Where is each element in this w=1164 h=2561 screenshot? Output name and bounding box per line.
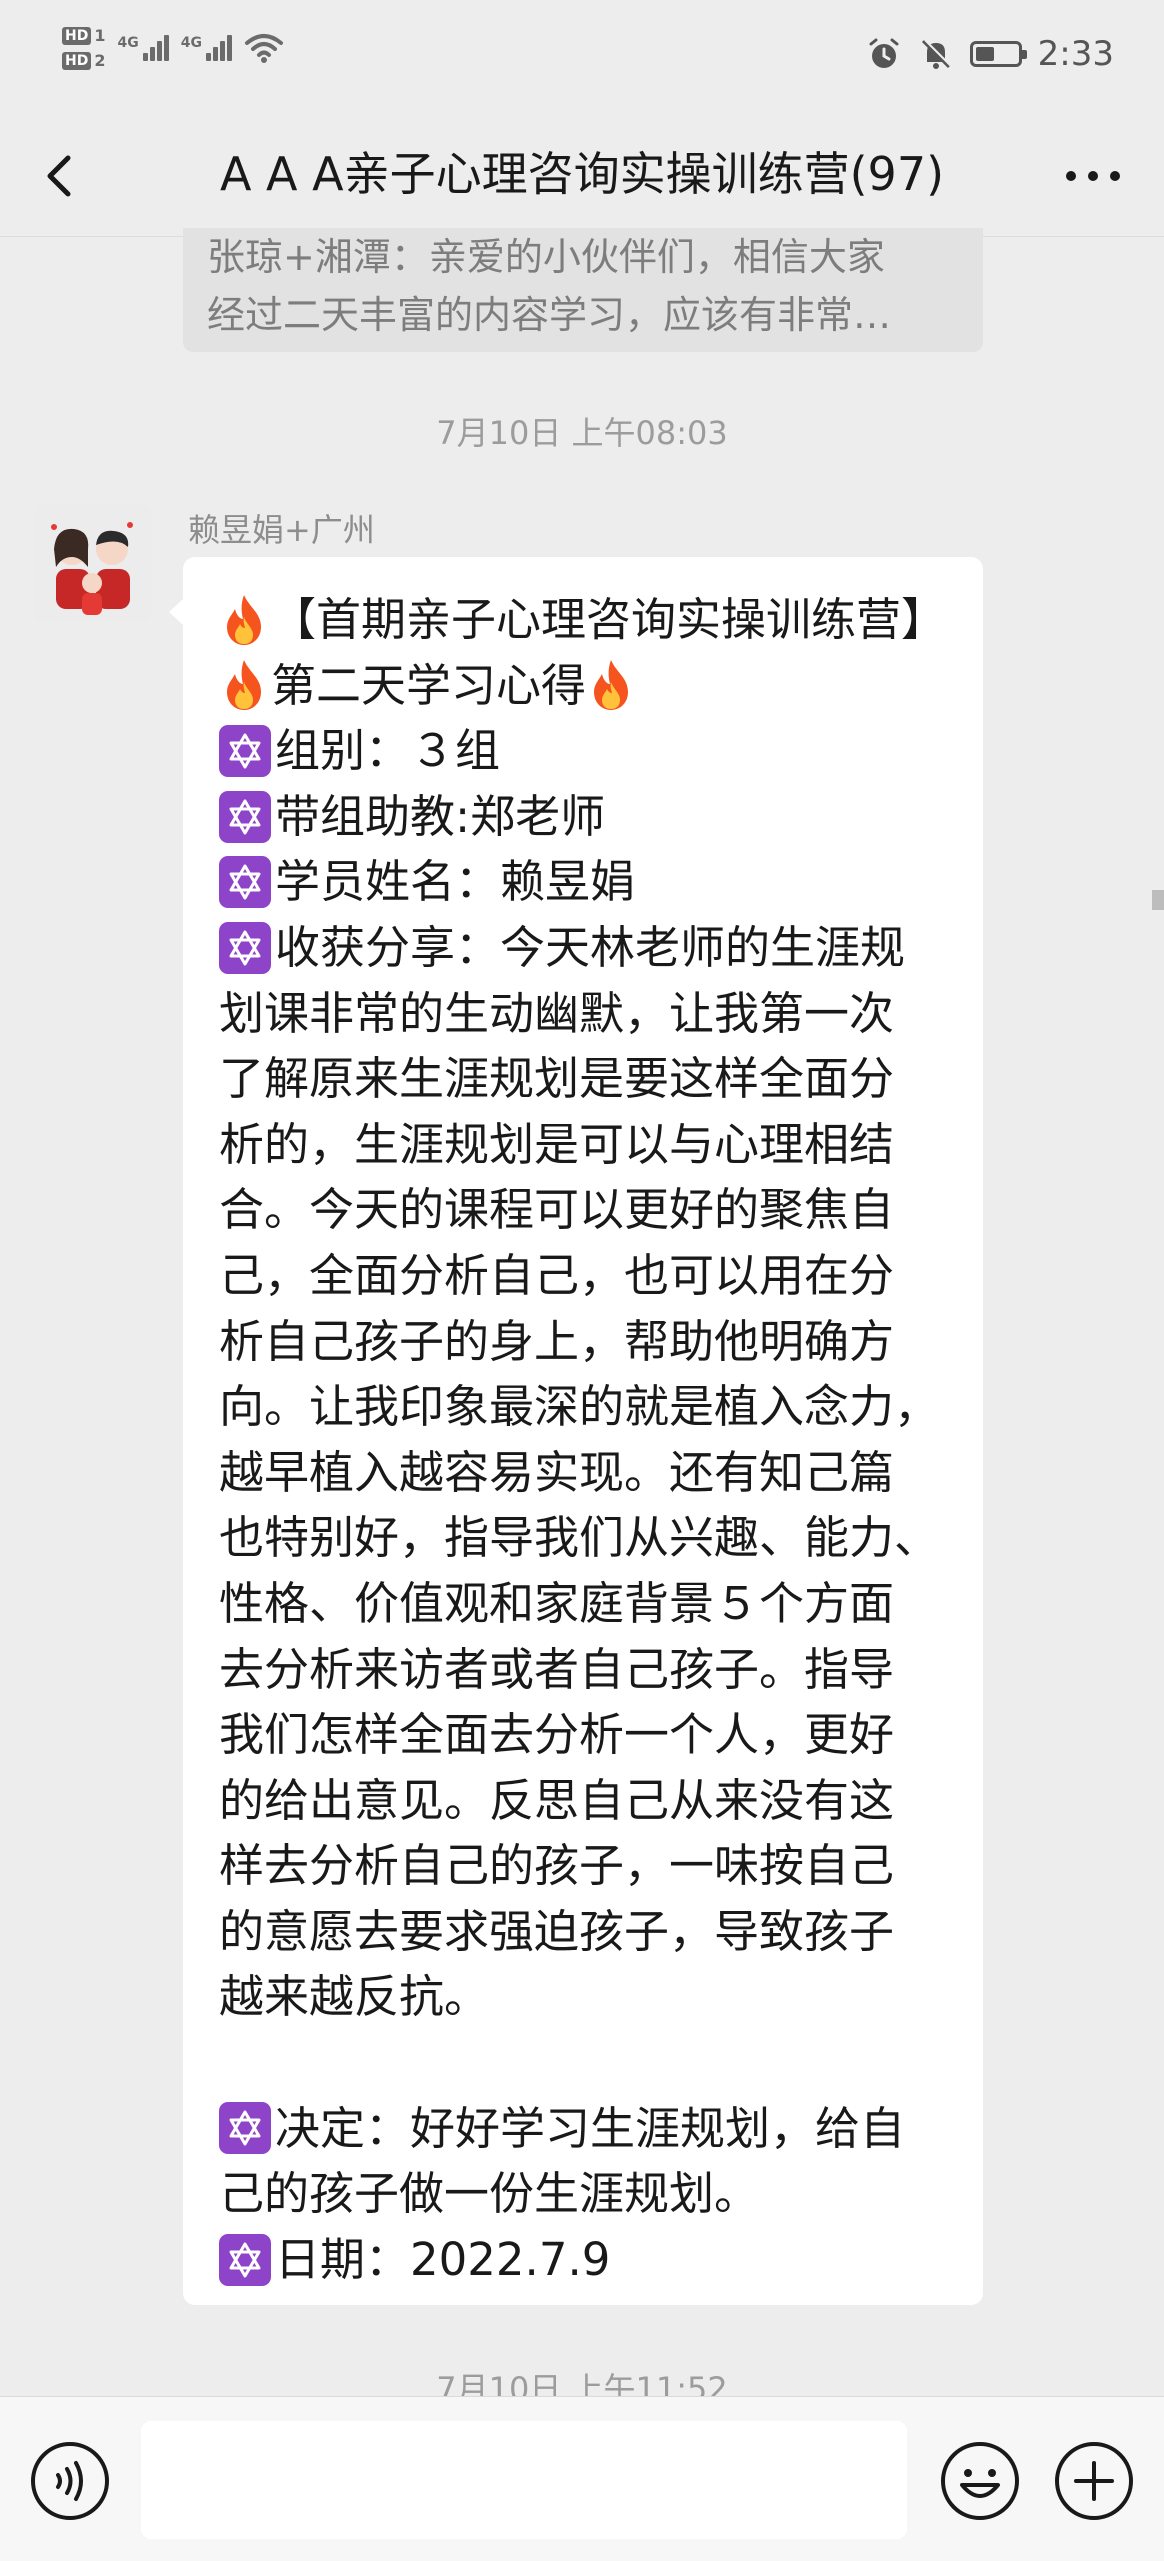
mute-bell-icon — [921, 39, 952, 69]
wifi-icon — [244, 34, 283, 63]
message-line: 收获分享：今天林老师的生涯规 — [219, 915, 949, 981]
battery-level — [975, 47, 994, 61]
message-line: 划课非常的生动幽默，让我第一次 — [219, 981, 949, 1047]
message-line-text: 我们怎样全面去分析一个人，更好 — [219, 1708, 895, 1762]
message-line-text: 决定：好好学习生涯规划，给自 — [275, 2101, 906, 2155]
signal-1-icon: 4G — [117, 35, 169, 61]
message-line: 了解原来生涯规划是要这样全面分 — [219, 1046, 949, 1112]
scroll-indicator[interactable] — [1152, 890, 1164, 910]
message-line: 的给出意见。反思自己从来没有这 — [219, 1768, 949, 1834]
message-line: 也特别好，指导我们从兴趣、能力、 — [219, 1505, 949, 1571]
message-line-text: 了解原来生涯规划是要这样全面分 — [219, 1052, 895, 1106]
message-line: 越来越反抗。 — [219, 1964, 949, 2030]
sim-indicators: HD 1 HD 2 — [62, 26, 105, 70]
sim2-hd-label: HD — [62, 51, 92, 70]
message-line: 带组助教:郑老师 — [219, 784, 949, 850]
star-of-david-emoji-icon — [219, 856, 271, 909]
message-line: 去分析来访者或者自己孩子。指导 — [219, 1637, 949, 1703]
message-line-text: 学员姓名：赖昱娟 — [275, 855, 636, 909]
message-line: 合。今天的课程可以更好的聚焦自 — [219, 1177, 949, 1243]
message-line: 组别：３组 — [219, 718, 949, 784]
sim1-number: 1 — [94, 26, 106, 45]
message-text: 【首期亲子心理咨询实操训练营】 第二天学习心得组别：３组带组助教:郑老师 学员姓名：… — [219, 587, 949, 2292]
input-bar — [0, 2396, 1164, 2561]
avatar-image — [34, 505, 151, 622]
network-type-2: 4G — [180, 35, 202, 51]
message-line-text: 析的，生涯规划是可以与心理相结 — [219, 1117, 895, 1171]
previous-message-line: 经过二天丰富的内容学习，应该有非常… — [207, 293, 892, 337]
message-line: 性格、价值观和家庭背景５个方面 — [219, 1571, 949, 1637]
message-line-text: 去分析来访者或者自己孩子。指导 — [219, 1642, 895, 1696]
status-bar: HD 1 HD 2 4G 4G 2:33 — [0, 0, 1164, 118]
sim2-badge: HD 2 — [62, 51, 105, 70]
message-line: 我们怎样全面去分析一个人，更好 — [219, 1702, 949, 1768]
star-of-david-emoji-icon — [219, 921, 271, 974]
message-line-text: 己的孩子做一份生涯规划。 — [219, 2167, 760, 2221]
previous-message-bubble[interactable]: 张琼+湘潭：亲爱的小伙伴们，相信大家 经过二天丰富的内容学习，应该有非常… — [183, 228, 983, 352]
message-line: 向。让我印象最深的就是植入念力， — [219, 1374, 949, 1440]
message-line: 学员姓名：赖昱娟 — [219, 849, 949, 915]
plus-circle-icon[interactable] — [1052, 2439, 1136, 2523]
message-line-text: 划课非常的生动幽默，让我第一次 — [219, 986, 895, 1040]
message-line-text: 收获分享：今天林老师的生涯规 — [275, 920, 906, 974]
message-input[interactable] — [141, 2421, 907, 2539]
message-bubble[interactable]: 【首期亲子心理咨询实操训练营】 第二天学习心得组别：３组带组助教:郑老师 学员姓名：… — [169, 557, 983, 2305]
fire-emoji-icon — [227, 594, 261, 645]
message-line-text: 越早植入越容易实现。还有知己篇 — [219, 1445, 895, 1499]
emoji-icon[interactable] — [938, 2439, 1022, 2523]
message-line-text: 析自己孩子的身上，帮助他明确方 — [219, 1314, 895, 1368]
message-line-text: 日期：2022.7.9 — [275, 2232, 611, 2286]
voice-input-icon[interactable] — [28, 2439, 112, 2523]
sender-name: 赖昱娟+广州 — [188, 511, 375, 549]
star-of-david-emoji-icon — [219, 2102, 271, 2155]
message-line: 析自己孩子的身上，帮助他明确方 — [219, 1309, 949, 1375]
star-of-david-emoji-icon — [219, 724, 271, 777]
message-line: 己的孩子做一份生涯规划。 — [219, 2161, 949, 2227]
sim2-number: 2 — [94, 51, 106, 70]
message-line-text: 性格、价值观和家庭背景５个方面 — [219, 1576, 895, 1630]
message-line-text: 的给出意见。反思自己从来没有这 — [219, 1773, 895, 1827]
message-line: 析的，生涯规划是可以与心理相结 — [219, 1112, 949, 1178]
message-line-text: 也特别好，指导我们从兴趣、能力、 — [219, 1511, 940, 1565]
message-line-text: 样去分析自己的孩子，一味按自己 — [219, 1839, 895, 1893]
star-of-david-emoji-icon — [219, 790, 271, 843]
message-line: 【首期亲子心理咨询实操训练营】 — [219, 587, 949, 653]
message-line: 己，全面分析自己，也可以用在分 — [219, 1243, 949, 1309]
status-left: HD 1 HD 2 4G 4G — [62, 26, 284, 70]
fire-emoji-icon — [227, 660, 261, 711]
sim1-hd-label: HD — [62, 26, 92, 45]
message-line: 日期：2022.7.9 — [219, 2227, 949, 2293]
message-line-text: 带组助教:郑老师 — [275, 789, 606, 843]
message-line: 的意愿去要求强迫孩子，导致孩子 — [219, 1899, 949, 1965]
message-line-text: 【首期亲子心理咨询实操训练营】 — [271, 593, 947, 646]
message-line-text: 向。让我印象最深的就是植入念力， — [219, 1380, 940, 1434]
message-line-text: 组别：３组 — [275, 724, 501, 778]
sim1-badge: HD 1 — [62, 26, 105, 45]
message-line: 第二天学习心得 — [219, 653, 949, 719]
message-timestamp: 7月10日 上午08:03 — [436, 414, 728, 452]
previous-message-line: 张琼+湘潭：亲爱的小伙伴们，相信大家 — [207, 235, 885, 279]
status-right: 2:33 — [866, 34, 1114, 74]
fire-emoji-icon — [594, 660, 629, 711]
avatar[interactable] — [34, 505, 151, 622]
message-line: 决定：好好学习生涯规划，给自 — [219, 2096, 949, 2162]
more-dots-icon[interactable] — [1058, 140, 1128, 212]
message-line-text: 第二天学习心得 — [271, 658, 587, 712]
message-line-text: 的意愿去要求强迫孩子，导致孩子 — [219, 1904, 895, 1958]
alarm-icon — [869, 38, 899, 68]
clock: 2:33 — [1037, 34, 1114, 74]
signal-2-icon: 4G — [181, 35, 232, 61]
message-line-text: 合。今天的课程可以更好的聚焦自 — [219, 1183, 895, 1237]
message-line: 样去分析自己的孩子，一味按自己 — [219, 1833, 949, 1899]
battery-icon — [969, 41, 1027, 67]
chat-header: A A A亲子心理咨询实操训练营(97) — [0, 118, 1164, 237]
star-of-david-emoji-icon — [219, 2233, 271, 2286]
message-line: 越早植入越容易实现。还有知己篇 — [219, 1440, 949, 1506]
chat-title: A A A亲子心理咨询实操训练营(97) — [219, 147, 945, 201]
message-line-text: 越来越反抗。 — [219, 1970, 490, 2024]
message-line-text: 己，全面分析自己，也可以用在分 — [219, 1248, 895, 1302]
network-type-1: 4G — [117, 35, 139, 51]
